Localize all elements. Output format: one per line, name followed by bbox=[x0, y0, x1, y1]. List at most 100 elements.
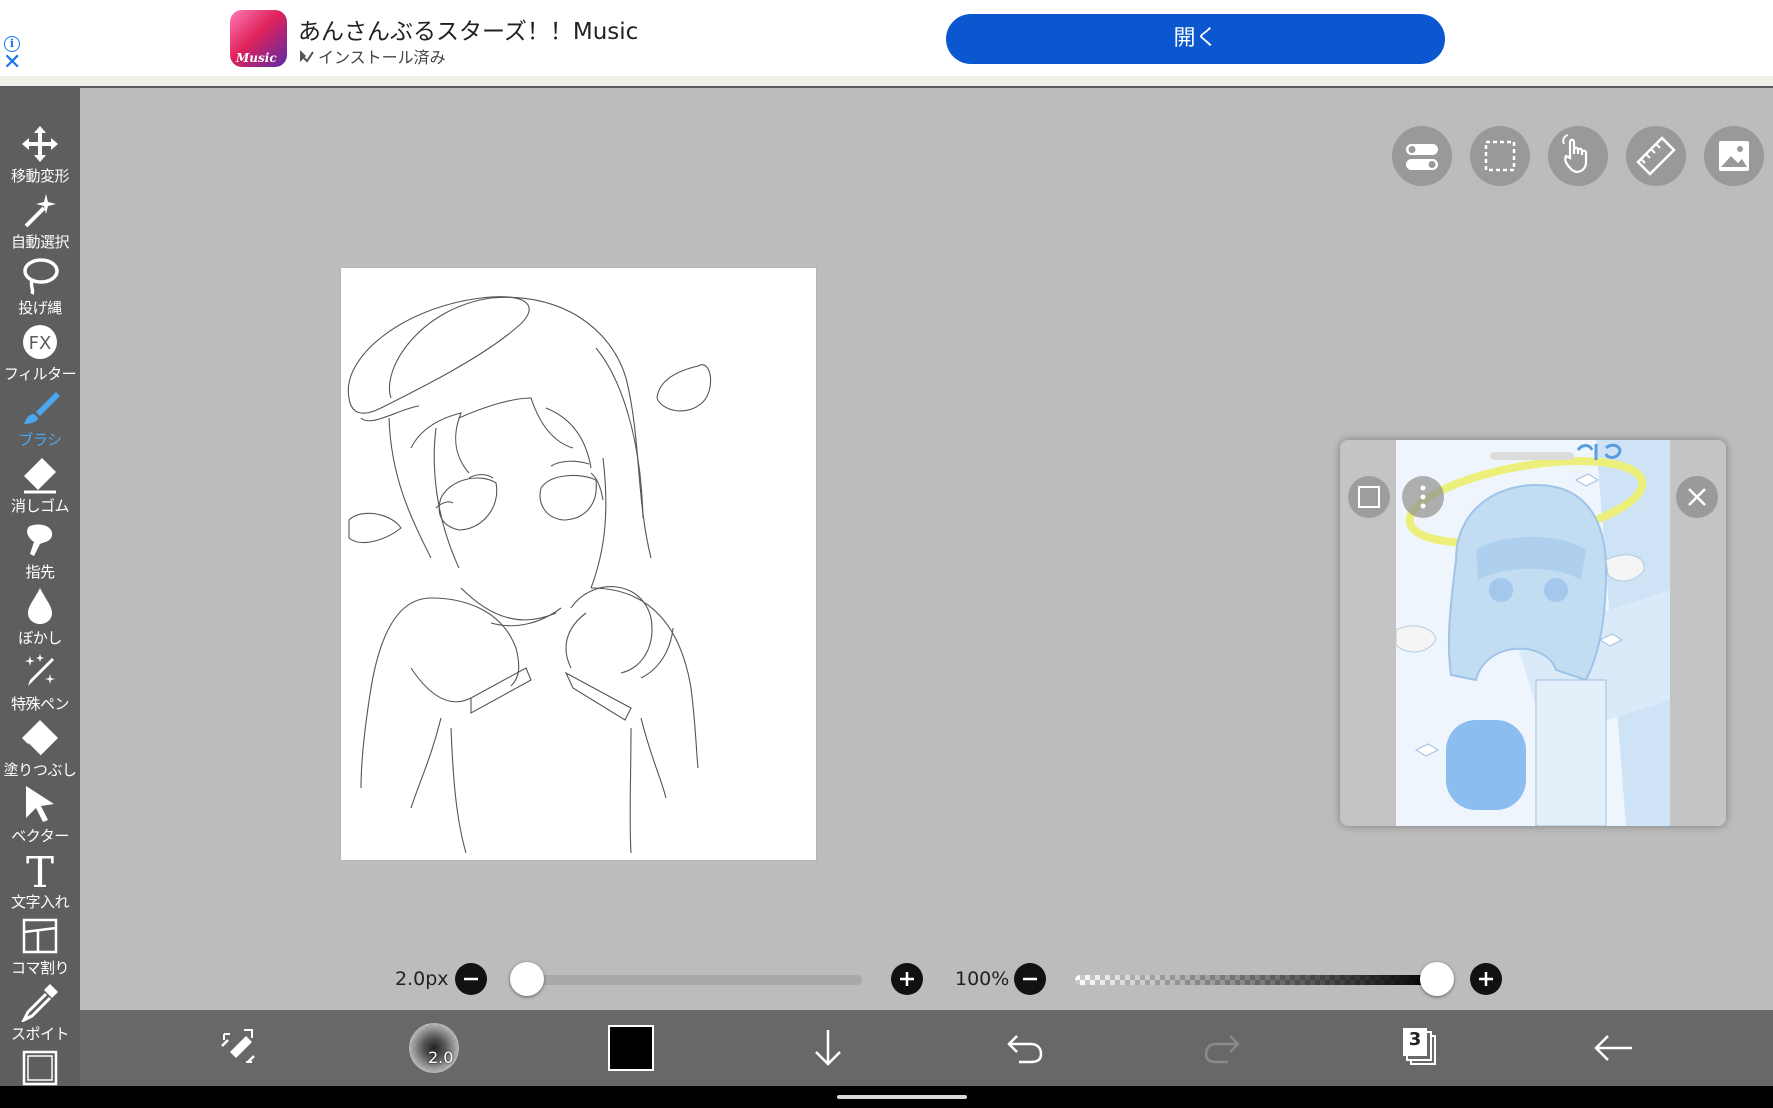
image-button[interactable] bbox=[1704, 126, 1764, 186]
magic-wand-icon bbox=[24, 194, 56, 228]
drag-handle[interactable] bbox=[1490, 452, 1574, 460]
tool-label: スポイト bbox=[10, 1025, 70, 1043]
brush-preview-button[interactable]: 2.0 bbox=[404, 1018, 464, 1078]
tool-vector[interactable]: ベクター bbox=[0, 784, 80, 850]
tool-move-transform[interactable]: 移動変形 bbox=[0, 124, 80, 190]
app-icon-text: Music bbox=[236, 51, 277, 65]
fill-bucket-icon bbox=[22, 720, 58, 757]
toggle-button[interactable] bbox=[1392, 126, 1452, 186]
ad-title: あんさんぶるスターズ！！Music bbox=[298, 19, 639, 45]
more-options-button[interactable] bbox=[1402, 476, 1444, 518]
fx-text: FX bbox=[29, 333, 52, 354]
size-increase-button[interactable] bbox=[891, 963, 923, 995]
installed-check-icon bbox=[300, 50, 314, 63]
tool-eraser[interactable]: 消しゴム bbox=[0, 454, 80, 520]
layers-button[interactable]: 3 bbox=[1387, 1018, 1447, 1078]
tool-brush[interactable]: ブラシ bbox=[0, 388, 80, 454]
app-icon: Music bbox=[230, 10, 287, 67]
text-icon: T bbox=[26, 850, 54, 890]
tool-eyedropper[interactable]: スポイト bbox=[0, 982, 80, 1048]
brush-size-thumb[interactable] bbox=[510, 962, 544, 996]
plus-icon bbox=[1479, 972, 1493, 986]
tool-special-pen[interactable]: 特殊ペン bbox=[0, 652, 80, 718]
tool-label: 自動選択 bbox=[10, 233, 70, 251]
close-icon bbox=[1688, 488, 1706, 506]
tool-finger[interactable]: 指先 bbox=[0, 520, 80, 586]
tool-auto-select[interactable]: 自動選択 bbox=[0, 190, 80, 256]
tool-label: コマ割り bbox=[10, 959, 70, 977]
blur-drop-icon bbox=[28, 588, 52, 624]
tool-label: 塗りつぶし bbox=[3, 761, 77, 779]
back-button[interactable] bbox=[1584, 1018, 1644, 1078]
tool-label: ぼかし bbox=[18, 629, 62, 647]
tool-blur[interactable]: ぼかし bbox=[0, 586, 80, 652]
brush-icon bbox=[24, 392, 60, 424]
tool-sidebar: 移動変形 自動選択 投げ縄 FX フィルター ブラシ 消しゴム 指先 ぼかし 特… bbox=[0, 88, 80, 1086]
frame-icon bbox=[1358, 486, 1380, 508]
close-icon[interactable]: ✕ bbox=[3, 52, 21, 74]
ruler-button[interactable] bbox=[1626, 126, 1686, 186]
undo-button[interactable] bbox=[995, 1018, 1055, 1078]
ad-banner[interactable]: i ✕ Music あんさんぶるスターズ！！Music インストール済み 開く bbox=[0, 0, 1773, 88]
fit-frame-button[interactable] bbox=[1348, 476, 1390, 518]
ad-subtitle-row: インストール済み bbox=[298, 44, 446, 68]
brush-size-indicator: 2.0 bbox=[428, 1048, 454, 1067]
finger-smudge-icon bbox=[27, 524, 53, 556]
panel-divide-icon bbox=[22, 918, 58, 954]
tool-filter[interactable]: FX フィルター bbox=[0, 322, 80, 388]
tool-fill[interactable]: 塗りつぶし bbox=[0, 718, 80, 784]
tool-next-partial[interactable] bbox=[0, 1048, 80, 1086]
opacity-thumb[interactable] bbox=[1420, 962, 1454, 996]
lasso-icon bbox=[23, 258, 59, 295]
tool-text[interactable]: T 文字入れ bbox=[0, 850, 80, 916]
toggle-icon bbox=[1406, 144, 1438, 170]
redo-button[interactable] bbox=[1192, 1018, 1252, 1078]
tool-label: 指先 bbox=[25, 563, 55, 581]
tool-label: ベクター bbox=[11, 827, 69, 845]
minus-icon bbox=[1023, 977, 1037, 981]
opacity-increase-button[interactable] bbox=[1470, 963, 1502, 995]
tool-panel-divide[interactable]: コマ割り bbox=[0, 916, 80, 982]
size-decrease-button[interactable] bbox=[455, 963, 487, 995]
more-vertical-icon bbox=[1420, 485, 1426, 509]
sketch-lineart bbox=[347, 296, 712, 854]
tool-lasso[interactable]: 投げ縄 bbox=[0, 256, 80, 322]
ruler-icon bbox=[1636, 136, 1676, 176]
tool-label: 文字入れ bbox=[10, 893, 70, 911]
back-icon bbox=[1594, 1035, 1632, 1061]
tool-label: 移動変形 bbox=[10, 167, 70, 185]
hand-button[interactable] bbox=[1548, 126, 1608, 186]
download-icon bbox=[815, 1030, 841, 1066]
opacity-decrease-button[interactable] bbox=[1014, 963, 1046, 995]
undo-icon bbox=[1007, 1035, 1043, 1064]
close-panel-button[interactable] bbox=[1676, 476, 1718, 518]
layer-count: 3 bbox=[1408, 1029, 1422, 1050]
redo-icon bbox=[1204, 1035, 1240, 1064]
download-button[interactable] bbox=[798, 1018, 858, 1078]
fx-filter-icon: FX bbox=[23, 325, 57, 359]
text-tool-glyph: T bbox=[26, 850, 54, 890]
brush-size-slider[interactable] bbox=[510, 975, 862, 985]
reference-panel[interactable] bbox=[1340, 440, 1726, 826]
move-transform-icon bbox=[22, 126, 58, 162]
open-button[interactable]: 開く bbox=[946, 14, 1445, 64]
transform-tool-icon bbox=[221, 1029, 255, 1063]
brush-size-value: 2.0px bbox=[395, 968, 449, 990]
selection-icon bbox=[1484, 140, 1516, 172]
transform-tool-button[interactable] bbox=[208, 1018, 268, 1078]
tool-label: 特殊ペン bbox=[10, 695, 70, 713]
home-indicator[interactable] bbox=[837, 1095, 967, 1099]
tool-label: フィルター bbox=[3, 365, 77, 383]
color-swatch-button[interactable] bbox=[601, 1018, 661, 1078]
minus-icon bbox=[464, 977, 478, 981]
special-pen-icon bbox=[25, 654, 55, 686]
opacity-slider[interactable] bbox=[1075, 975, 1437, 985]
selection-button[interactable] bbox=[1470, 126, 1530, 186]
hand-icon bbox=[1562, 134, 1588, 174]
vector-arrow-icon bbox=[26, 786, 54, 822]
plus-icon bbox=[900, 972, 914, 986]
drawing-canvas[interactable] bbox=[341, 268, 816, 860]
system-nav-bar bbox=[0, 1086, 1773, 1108]
opacity-value: 100% bbox=[955, 968, 1010, 990]
eyedropper-icon bbox=[21, 984, 58, 1022]
